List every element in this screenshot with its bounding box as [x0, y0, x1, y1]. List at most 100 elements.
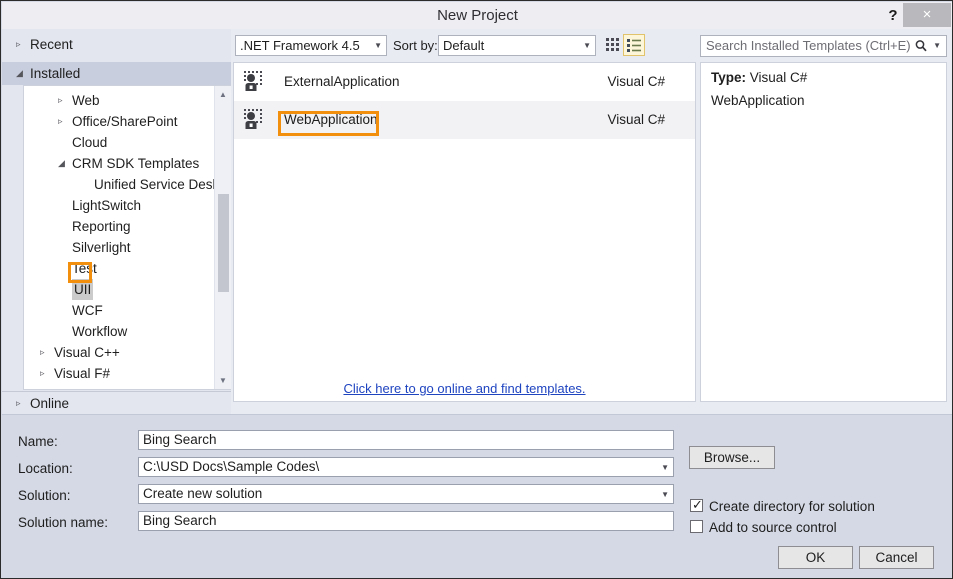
- template-row[interactable]: ExternalApplication Visual C#: [234, 63, 695, 101]
- tree-item-label: Reporting: [72, 219, 131, 234]
- chevron-right-icon[interactable]: ▹: [58, 111, 63, 132]
- name-input[interactable]: Bing Search: [138, 430, 674, 450]
- tree-item-wcf[interactable]: WCF: [24, 300, 209, 321]
- online-templates-link[interactable]: Click here to go online and find templat…: [234, 381, 695, 396]
- detail-type-label: Type:: [711, 70, 747, 85]
- category-installed-label: Installed: [30, 66, 81, 81]
- template-tree[interactable]: ▹ Web ▹ Office/SharePoint Cloud ◢ CRM SDK Temp…: [23, 85, 231, 390]
- tree-item-web[interactable]: ▹ Web: [24, 90, 209, 111]
- tree-item-crm-sdk-templates[interactable]: ◢ CRM SDK Templates: [24, 153, 209, 174]
- tree-item-label: Office/SharePoint: [72, 114, 178, 129]
- template-name: WebApplication: [284, 112, 378, 127]
- scroll-down-icon[interactable]: ▼: [215, 372, 231, 389]
- title-bar: New Project ? ×: [2, 2, 952, 29]
- tree-item-label: Silverlight: [72, 240, 131, 255]
- scroll-up-icon[interactable]: ▲: [215, 86, 231, 103]
- tree-scrollbar[interactable]: ▲ ▼: [214, 86, 231, 389]
- tree-item-label: Unified Service Desk: [94, 177, 220, 192]
- template-categories-panel: ▹ Recent ◢ Installed ▹ Web ▹ Office/SharePo…: [2, 29, 231, 415]
- solution-name-label: Solution name:: [18, 515, 109, 530]
- small-icons-view-button[interactable]: [603, 34, 625, 56]
- details-panel: Search Installed Templates (Ctrl+E) ▼ Ty…: [698, 29, 952, 414]
- tree-item-lightswitch[interactable]: LightSwitch: [24, 195, 209, 216]
- framework-dropdown[interactable]: .NET Framework 4.5 ▼: [235, 35, 387, 56]
- tree-item-silverlight[interactable]: Silverlight: [24, 237, 209, 258]
- tree-item-sql-server[interactable]: SQL Server: [24, 384, 209, 389]
- tree-item-label: Workflow: [72, 324, 128, 339]
- search-icon: [914, 38, 928, 54]
- chevron-down-icon[interactable]: ◢: [58, 153, 65, 174]
- tree-item-label: Test: [72, 261, 97, 276]
- tree-item-label: Visual F#: [54, 366, 111, 381]
- check-icon: ✓: [692, 497, 703, 512]
- template-name: ExternalApplication: [284, 74, 400, 89]
- solution-name-input[interactable]: Bing Search: [138, 511, 674, 531]
- location-value: C:\USD Docs\Sample Codes\: [143, 459, 320, 474]
- category-online[interactable]: ▹ Online: [2, 391, 231, 415]
- new-project-dialog: New Project ? × ▹ Recent ◢ Installed ▹ We…: [0, 0, 953, 579]
- dialog-body: ▹ Recent ◢ Installed ▹ Web ▹ Office/SharePo…: [2, 29, 952, 415]
- tree-item-label: SQL Server: [54, 384, 124, 389]
- detail-type-value: Visual C#: [749, 70, 808, 85]
- close-button[interactable]: ×: [903, 3, 951, 27]
- chevron-right-icon: ▹: [16, 398, 21, 408]
- chevron-down-icon: ◢: [16, 68, 23, 78]
- uii-application-icon: [242, 107, 268, 133]
- location-label: Location:: [18, 461, 73, 476]
- tree-item-label: CRM SDK Templates: [72, 156, 200, 171]
- templates-toolbar: .NET Framework 4.5 ▼ Sort by: Default ▼: [231, 29, 698, 62]
- name-label: Name:: [18, 434, 58, 449]
- chevron-right-icon[interactable]: ▹: [58, 90, 63, 111]
- tree-item-label: Cloud: [72, 135, 108, 150]
- tree-item-visual-f[interactable]: ▹ Visual F#: [24, 363, 209, 384]
- tree-item-reporting[interactable]: Reporting: [24, 216, 209, 237]
- template-details: Type: Visual C# WebApplication: [700, 62, 947, 402]
- sort-value: Default: [443, 38, 485, 53]
- search-input[interactable]: Search Installed Templates (Ctrl+E) ▼: [700, 35, 947, 57]
- tree-item-test[interactable]: Test: [24, 258, 209, 279]
- chevron-down-icon: ▼: [374, 41, 382, 50]
- tree-item-cloud[interactable]: Cloud: [24, 132, 209, 153]
- uii-application-icon: [242, 69, 268, 95]
- template-row[interactable]: WebApplication Visual C#: [234, 101, 695, 139]
- cancel-button[interactable]: Cancel: [859, 546, 934, 569]
- dialog-title: New Project: [437, 7, 518, 24]
- solution-value: Create new solution: [143, 486, 263, 501]
- tree-item-workflow[interactable]: Workflow: [24, 321, 209, 342]
- tree-item-unified-service-desk[interactable]: Unified Service Desk: [24, 174, 219, 195]
- tree-item-uii[interactable]: UII: [24, 279, 209, 300]
- create-directory-label: Create directory for solution: [709, 499, 875, 514]
- location-input[interactable]: C:\USD Docs\Sample Codes\ ▼: [138, 457, 674, 477]
- checkbox-box: ✓: [690, 497, 703, 512]
- chevron-right-icon[interactable]: ▹: [40, 342, 45, 363]
- template-list[interactable]: ExternalApplication Visual C# WebApplicati…: [233, 62, 696, 402]
- template-language: Visual C#: [607, 112, 665, 127]
- chevron-down-icon[interactable]: ▼: [661, 485, 669, 503]
- tree-item-office-sharepoint[interactable]: ▹ Office/SharePoint: [24, 111, 209, 132]
- tree-item-label: Web: [72, 93, 100, 108]
- chevron-right-icon[interactable]: ▹: [40, 363, 45, 384]
- search-placeholder: Search Installed Templates (Ctrl+E): [706, 38, 911, 53]
- tree-item-visual-c[interactable]: ▹ Visual C++: [24, 342, 209, 363]
- solution-dropdown[interactable]: Create new solution ▼: [138, 484, 674, 504]
- tree-item-label: Visual C++: [54, 345, 120, 360]
- ok-button[interactable]: OK: [778, 546, 853, 569]
- chevron-down-icon[interactable]: ▼: [661, 458, 669, 476]
- solution-label: Solution:: [18, 488, 71, 503]
- templates-panel: .NET Framework 4.5 ▼ Sort by: Default ▼: [231, 29, 698, 414]
- framework-value: .NET Framework 4.5: [240, 38, 360, 53]
- browse-button[interactable]: Browse...: [689, 446, 775, 469]
- tree-item-label: UII: [72, 279, 94, 300]
- chevron-down-icon[interactable]: ▼: [933, 36, 941, 56]
- checkbox-box: [690, 520, 703, 533]
- chevron-right-icon: ▹: [16, 39, 21, 49]
- sort-dropdown[interactable]: Default ▼: [438, 35, 596, 56]
- detail-description: WebApplication: [711, 93, 805, 108]
- template-language: Visual C#: [607, 74, 665, 89]
- category-installed[interactable]: ◢ Installed: [2, 62, 231, 85]
- list-view-button[interactable]: [623, 34, 645, 56]
- scrollbar-thumb[interactable]: [218, 194, 229, 292]
- tree-item-label: LightSwitch: [72, 198, 142, 213]
- category-recent[interactable]: ▹ Recent: [2, 33, 231, 56]
- category-online-label: Online: [30, 396, 70, 411]
